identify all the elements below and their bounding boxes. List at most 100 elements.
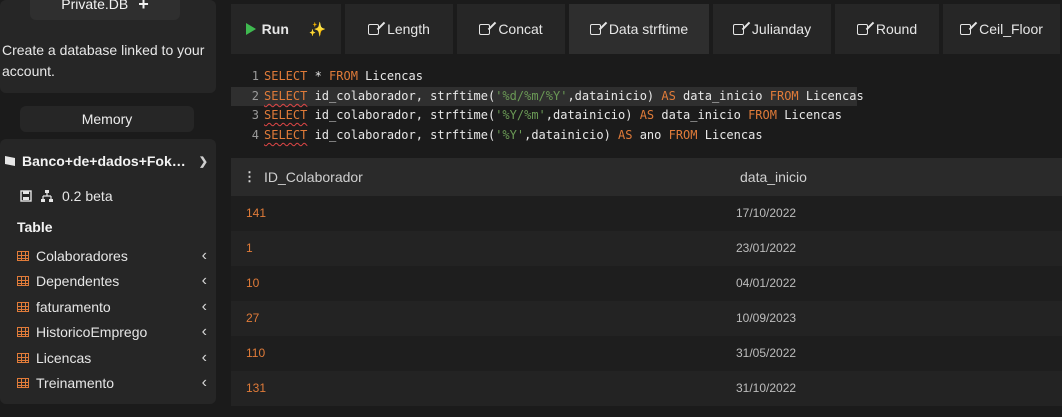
run-label: Run (261, 21, 289, 37)
toolbar: Run ✨ Length Concat Data strftime Julian… (231, 4, 1062, 54)
code-line-highlighted: 2 SELECT id_colaborador, strftime('%d/%m/… (231, 87, 864, 106)
chevron-left-icon[interactable]: ‹ (202, 323, 207, 341)
chevron-left-icon[interactable]: ‹ (202, 298, 207, 316)
database-icon (5, 156, 15, 166)
ceil-floor-button[interactable]: Ceil_Floor (943, 4, 1060, 54)
keyword: SELECT (264, 108, 308, 122)
code-text: data_inicio (675, 89, 770, 103)
column-header-label: ID_Colaborador (264, 169, 363, 185)
cell-date: 31/10/2022 (736, 381, 797, 395)
cell-date: 23/01/2022 (736, 241, 797, 255)
table-item-historicoemprego[interactable]: HistoricoEmprego ‹ (17, 320, 207, 346)
cell-date: 31/05/2022 (736, 346, 797, 360)
private-db-label: Private.DB (61, 0, 129, 12)
cell-id: 131 (246, 381, 267, 395)
table-item-label: HistoricoEmprego (36, 324, 148, 341)
round-button[interactable]: Round (835, 4, 939, 54)
julianday-button[interactable]: Julianday (713, 4, 831, 54)
table-row[interactable]: 27 10/09/2023 (231, 301, 1062, 336)
table-item-licencas[interactable]: Licencas ‹ (17, 345, 207, 371)
database-header[interactable]: Banco+de+dados+Foku… ❯ (4, 152, 208, 170)
string-literal: '%Y/%m' (495, 108, 546, 122)
table-item-label: Licencas (36, 349, 92, 366)
table-row[interactable]: 1 23/01/2022 (231, 231, 1062, 266)
private-db-button[interactable]: Private.DB + (30, 0, 180, 20)
table-section-label: Table (17, 219, 53, 235)
chevron-left-icon[interactable]: ‹ (202, 349, 207, 367)
keyword: AS (639, 108, 655, 122)
table-item-dependentes[interactable]: Dependentes ‹ (17, 269, 207, 295)
cell-id: 110 (246, 346, 266, 360)
cell-date: 04/01/2022 (736, 276, 797, 290)
code-text: ,datainicio) (567, 89, 662, 103)
code-text: ,datainicio) (524, 128, 619, 142)
memory-button[interactable]: Memory (20, 106, 194, 132)
keyword: SELECT (264, 69, 308, 83)
code-text: id_colaborador, strftime( (307, 128, 496, 142)
table-list: Colaboradores ‹ Dependentes ‹ faturament… (17, 243, 207, 396)
keyword: AS (661, 89, 676, 103)
cell-id: 10 (246, 276, 260, 290)
cell-date: 17/10/2022 (736, 206, 797, 220)
table-grid-icon (17, 327, 29, 338)
edit-icon (479, 23, 491, 35)
table-item-label: Colaboradores (36, 247, 128, 264)
line-number: 4 (251, 128, 259, 142)
edit-icon (960, 23, 972, 35)
keyword: AS (618, 128, 633, 142)
ceil-floor-label: Ceil_Floor (979, 21, 1043, 37)
schema-icon[interactable] (40, 189, 54, 203)
round-label: Round (875, 21, 918, 37)
cell-id: 1 (246, 241, 253, 255)
code-text: ano (632, 128, 669, 142)
keyword: FROM (748, 108, 777, 122)
length-button[interactable]: Length (345, 4, 453, 54)
private-db-description: Create a database linked to your account… (2, 42, 205, 79)
code-line: 1 SELECT * FROM Licencas (231, 67, 423, 86)
code-text: * (307, 69, 330, 83)
magic-wand-icon[interactable]: ✨ (309, 21, 326, 38)
chevron-left-icon[interactable]: ‹ (202, 374, 207, 392)
string-literal: '%Y' (495, 128, 525, 142)
chevron-left-icon[interactable]: ‹ (202, 247, 207, 265)
table-item-label: Treinamento (36, 375, 115, 392)
column-header-data-inicio[interactable]: data_inicio (740, 158, 807, 196)
edit-icon (856, 23, 868, 35)
chevron-left-icon[interactable]: ‹ (202, 272, 207, 290)
keyword: SELECT (264, 128, 308, 142)
string-literal: '%d/%m/%Y' (495, 89, 568, 103)
keyword: FROM (329, 69, 358, 83)
table-row[interactable]: 141 17/10/2022 (231, 196, 1062, 231)
version-label: 0.2 beta (62, 188, 113, 204)
table-row[interactable]: 10 04/01/2022 (231, 266, 1062, 301)
code-text: Licencas (697, 128, 763, 142)
cell-date: 10/09/2023 (736, 311, 797, 325)
table-grid-icon (17, 250, 29, 261)
table-item-label: Dependentes (36, 273, 120, 290)
line-number: 3 (251, 108, 259, 122)
table-item-faturamento[interactable]: faturamento ‹ (17, 294, 207, 320)
length-label: Length (387, 21, 430, 37)
table-row[interactable]: 110 31/05/2022 (231, 336, 1062, 371)
code-text: data_inicio (654, 108, 749, 122)
column-menu-icon[interactable]: ⋮ (243, 158, 256, 196)
sql-editor[interactable]: 1 SELECT * FROM Licencas 2 SELECT id_colab… (231, 60, 1062, 148)
code-text: Licencas (776, 108, 843, 122)
table-item-colaboradores[interactable]: Colaboradores ‹ (17, 243, 207, 269)
table-grid-icon (17, 301, 29, 312)
data-strftime-button[interactable]: Data strftime (569, 4, 709, 54)
concat-button[interactable]: Concat (457, 4, 565, 54)
table-item-treinamento[interactable]: Treinamento ‹ (17, 371, 207, 397)
table-grid-icon (17, 276, 29, 287)
private-db-card: Private.DB + Create a database linked to… (0, 0, 216, 93)
chevron-down-icon[interactable]: ❯ (199, 155, 208, 168)
code-text: id_colaborador, strftime( (307, 89, 496, 103)
concat-label: Concat (498, 21, 543, 37)
run-button[interactable]: Run ✨ (231, 4, 341, 54)
code-text: ,datainicio) (545, 108, 640, 122)
column-header-id[interactable]: ⋮ ID_Colaborador (243, 158, 363, 196)
save-icon[interactable] (20, 190, 32, 202)
line-number: 1 (251, 69, 259, 83)
table-row[interactable]: 131 31/10/2022 (231, 371, 1062, 406)
sidebar: Private.DB + Create a database linked to… (0, 0, 225, 417)
